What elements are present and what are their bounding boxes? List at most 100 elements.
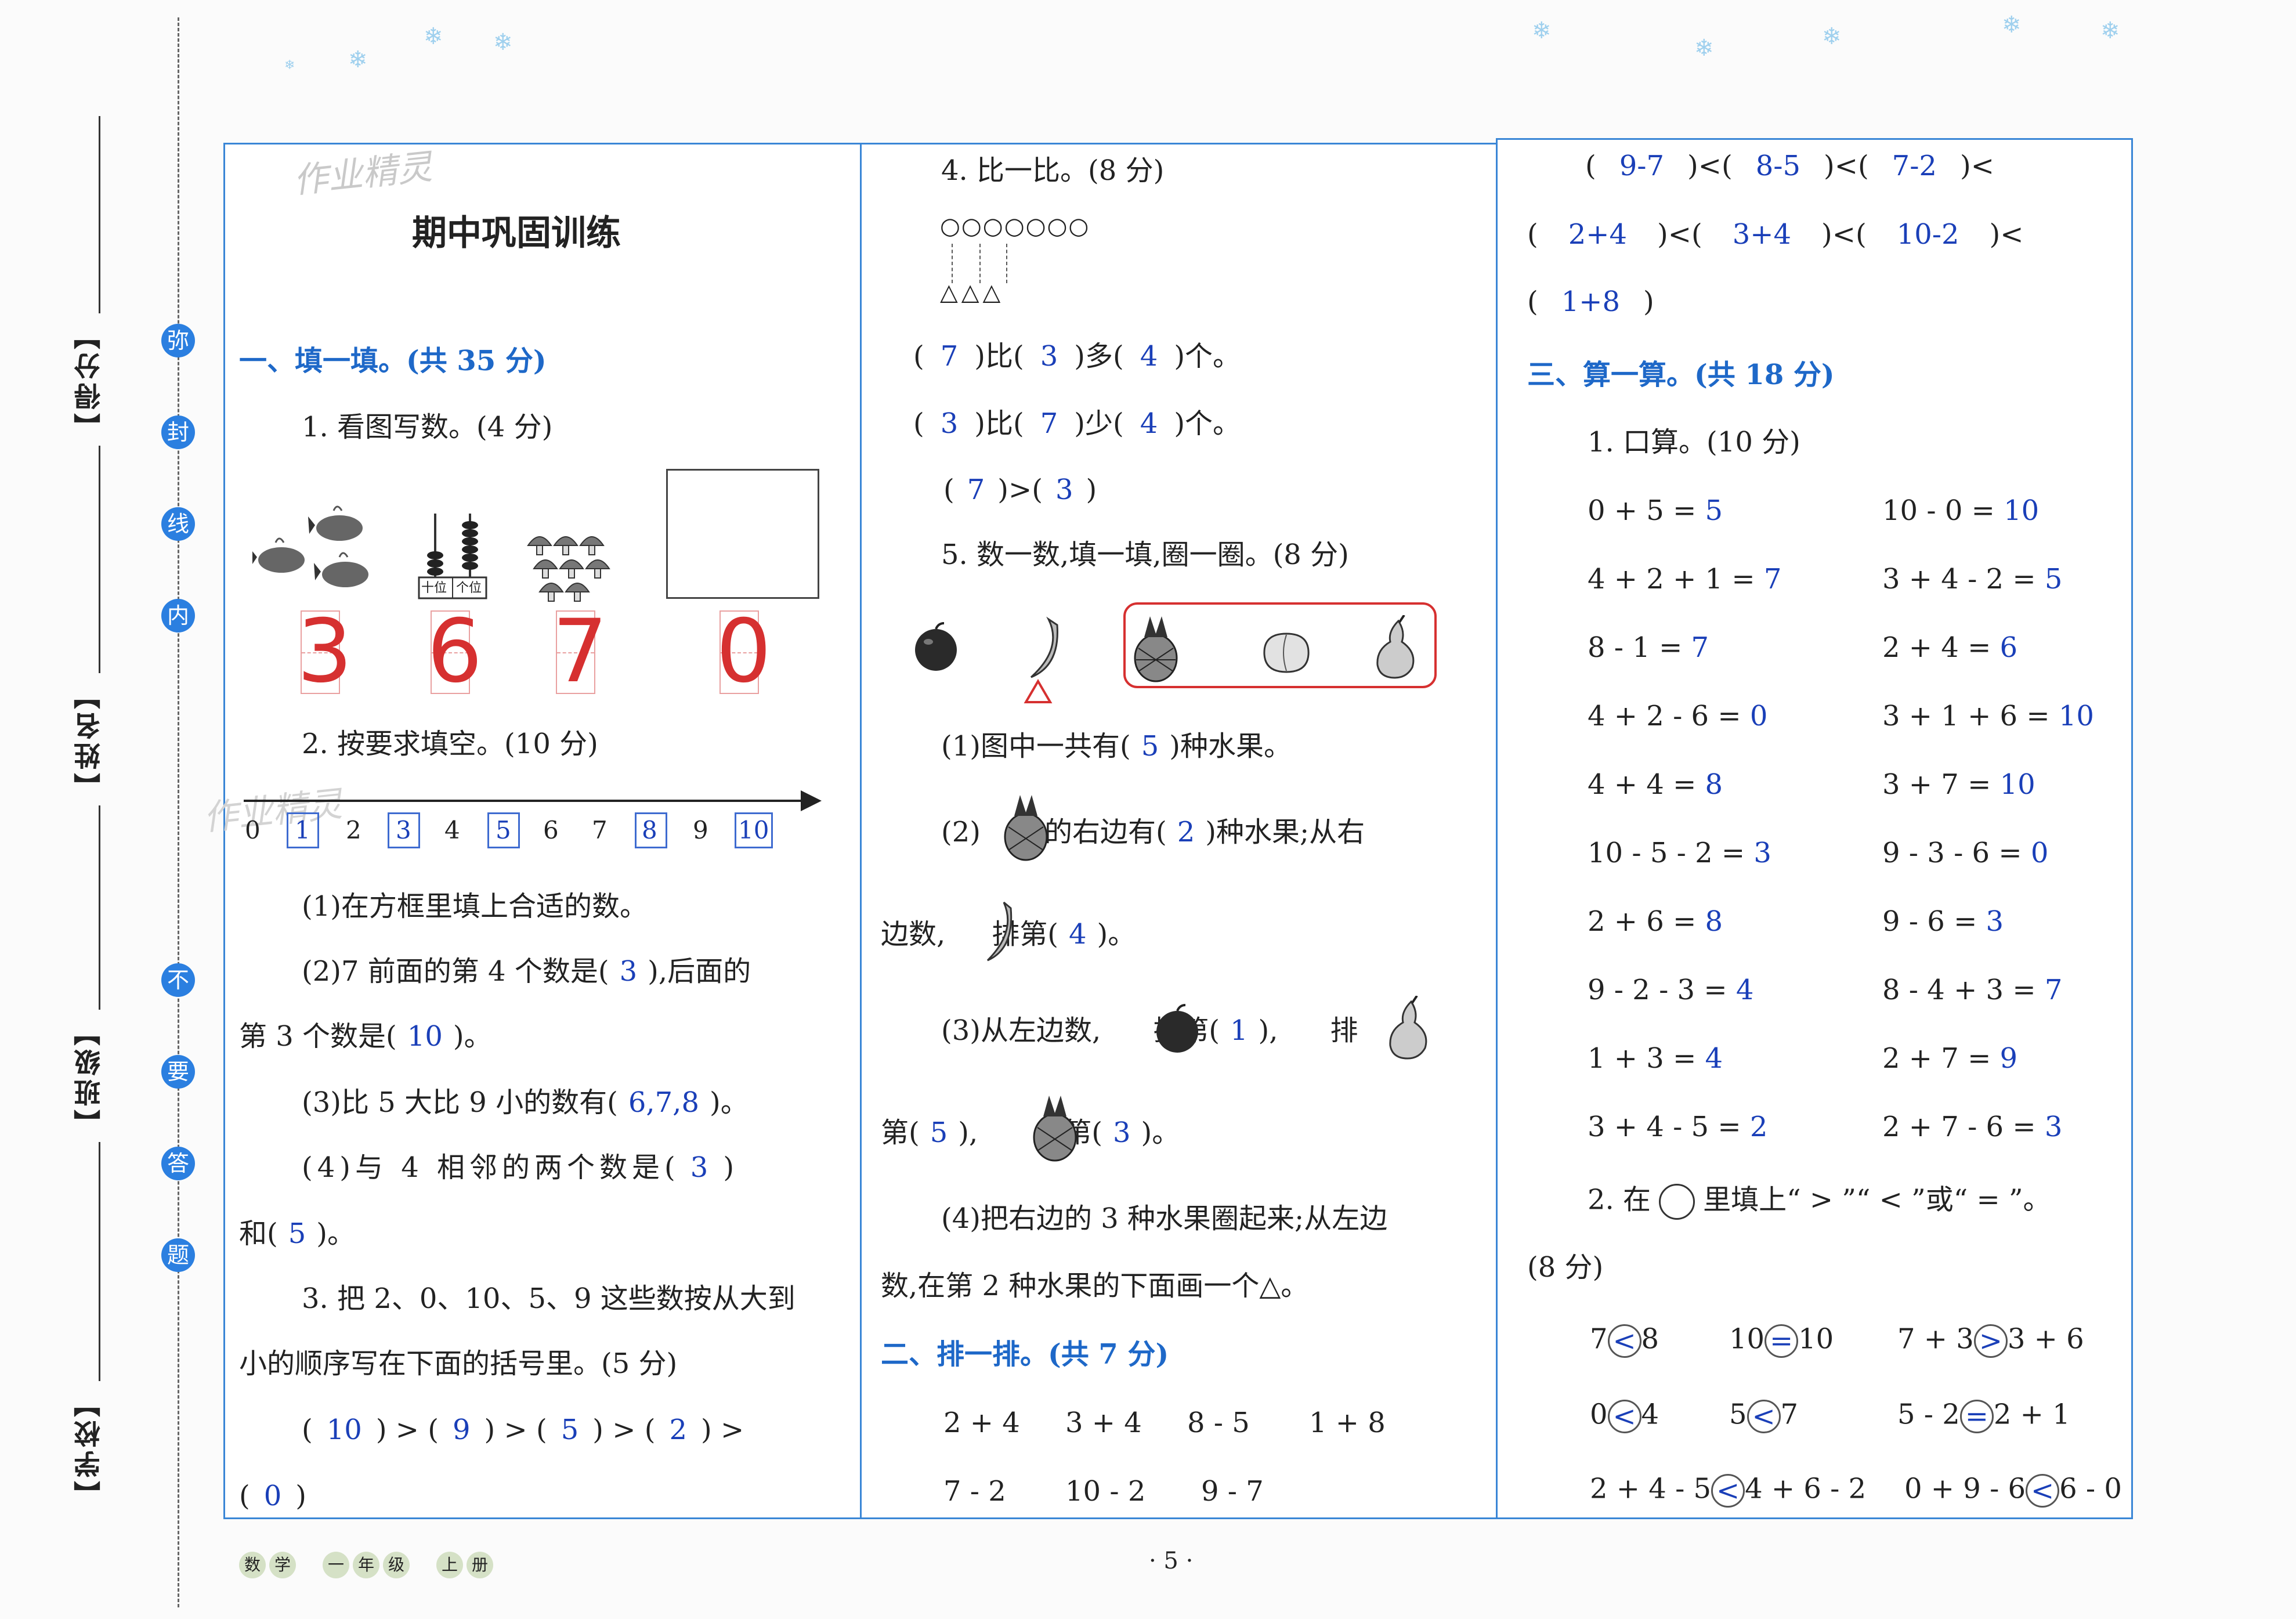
question-5-4-cont: 数,在第 2 种水果的下面画一个△。 xyxy=(881,1270,1309,1302)
question-2-cont: (8 分) xyxy=(1527,1251,1604,1284)
calc-item: 2 + 4 = 6 xyxy=(1882,631,2018,664)
question-2-4-cont: 和(5)。 xyxy=(239,1217,356,1250)
triangle-mark-icon xyxy=(1024,679,1053,704)
numberline-label: 8 xyxy=(642,816,657,844)
calc-item: 0 + 5 = 5 xyxy=(1588,494,1723,527)
question-2-2-cont: 第 3 个数是(10)。 xyxy=(239,1020,492,1053)
calc-item: 4 + 2 - 6 = 0 xyxy=(1588,700,1768,732)
calc-item: 9 - 2 - 3 = 4 xyxy=(1588,974,1754,1006)
compare-item: 5 - 2 = 2 + 1 xyxy=(1897,1398,2070,1433)
score-label: 【得分】 xyxy=(70,313,108,446)
answer-digit: 0 xyxy=(716,601,772,702)
pineapple-icon xyxy=(1127,616,1185,683)
question-5-4: (4)把右边的 3 种水果圈起来;从左边 xyxy=(941,1202,1388,1235)
book-label: 数 学 一 年 级 上 册 xyxy=(239,1552,493,1582)
apple-icon xyxy=(910,621,962,673)
seal-char: 答 xyxy=(161,1147,195,1180)
banana-icon xyxy=(1017,616,1069,680)
answer-digit: 6 xyxy=(427,601,483,702)
order-answer-row: (10) > (9) > (5) > (2) > xyxy=(302,1414,744,1446)
triangle-row: △△△ xyxy=(940,279,1004,306)
compare-item: 7 <8 xyxy=(1590,1322,1659,1358)
numberline-label: 7 xyxy=(592,816,608,844)
question-2: 2. 在里填上“ > ”“ < ”或“ = ”。 xyxy=(1588,1184,2051,1220)
seal-char: 要 xyxy=(161,1055,195,1089)
class-label: 【班级】 xyxy=(70,1010,108,1142)
seal-char: 题 xyxy=(161,1238,195,1272)
numberline-label: 9 xyxy=(693,816,708,844)
calc-item: 9 - 3 - 6 = 0 xyxy=(1882,837,2049,869)
book-volume-char: 册 xyxy=(467,1552,493,1578)
compare-line-3: (7)>(3) xyxy=(943,474,1097,506)
calc-item: 2 + 7 = 9 xyxy=(1882,1042,2018,1075)
book-grade-char: 级 xyxy=(383,1552,410,1578)
question-1: 1. 口算。(10 分) xyxy=(1588,426,1800,458)
snowflake-decoration: ❄ ❄ ❄ ❄ xyxy=(284,23,513,73)
calc-item: 3 + 7 = 10 xyxy=(1882,768,2035,801)
question-1: 1. 看图写数。(4 分) xyxy=(302,411,553,443)
snowflake-decoration: ❄ ❄ ❄ ❄ ❄ xyxy=(1532,12,2120,62)
question-2-3: (3)比 5 大比 9 小的数有(6,7,8)。 xyxy=(302,1086,749,1119)
book-grade-char: 年 xyxy=(353,1552,379,1578)
compare-item: 0 <4 xyxy=(1590,1398,1659,1433)
pear-icon xyxy=(1383,995,1436,1060)
section-heading: 一、填一填。(共 35 分) xyxy=(239,345,547,377)
expression: 2 + 4 xyxy=(943,1407,1020,1439)
whale-picture xyxy=(250,493,380,598)
school-label: 【学校】 xyxy=(70,1381,108,1513)
calc-item: 4 + 4 = 8 xyxy=(1588,768,1723,801)
calc-item: 4 + 2 + 1 = 7 xyxy=(1588,563,1782,595)
calc-item: 10 - 0 = 10 xyxy=(1882,494,2040,527)
numberline-label: 1 xyxy=(295,816,310,844)
numberline-label: 6 xyxy=(543,816,559,844)
expression: 1 + 8 xyxy=(1309,1407,1386,1439)
calc-item: 2 + 7 - 6 = 3 xyxy=(1882,1111,2063,1143)
pineapple-icon xyxy=(1026,1096,1084,1162)
mushroom-picture xyxy=(522,522,638,603)
compare-item: 2 + 4 - 5 <4 + 6 - 2 xyxy=(1590,1472,1867,1508)
question-5-1: (1)图中一共有(5)种水果。 xyxy=(941,730,1292,762)
question-3-cont: 小的顺序写在下面的括号里。(5 分) xyxy=(239,1347,678,1380)
compare-line-1: (7)比(3)多(4)个。 xyxy=(913,340,1241,373)
compare-item: 5 <7 xyxy=(1729,1398,1799,1433)
pear-icon xyxy=(1371,614,1423,679)
column-panel-3 xyxy=(1496,138,2133,1519)
numberline-label: 3 xyxy=(396,816,411,844)
question-2-4: (4)与 4 相邻的两个数是(3) xyxy=(302,1151,739,1184)
numberline-label: 0 xyxy=(245,816,261,844)
abacus-tens-label: 十位 xyxy=(421,581,447,595)
calc-item: 2 + 6 = 8 xyxy=(1588,905,1723,938)
question-5-3: (3)从左边数,排第(1),排 xyxy=(941,1014,1358,1047)
matching-dashed-lines xyxy=(952,244,1021,284)
compare-item: 10 = 10 xyxy=(1729,1322,1834,1358)
pineapple-icon xyxy=(997,795,1055,862)
question-2-1: (1)在方框里填上合适的数。 xyxy=(302,890,648,923)
order-row-2: (2+4)<(3+4)<(10-2)< xyxy=(1527,218,2024,251)
calc-item: 3 + 4 - 5 = 2 xyxy=(1588,1111,1768,1143)
calc-item: 10 - 5 - 2 = 3 xyxy=(1588,837,1771,869)
question-2: 2. 按要求填空。(10 分) xyxy=(302,728,598,760)
empty-picture-box xyxy=(666,469,819,599)
book-grade-char: 一 xyxy=(323,1552,349,1578)
number-line xyxy=(244,790,824,811)
page-number: · 5 · xyxy=(1149,1548,1194,1574)
abacus-ones-label: 个位 xyxy=(456,581,482,595)
page-title: 期中巩固训练 xyxy=(412,213,621,254)
binding-dashed-line xyxy=(178,17,179,1607)
seal-char: 内 xyxy=(161,599,195,633)
calc-item: 3 + 1 + 6 = 10 xyxy=(1882,700,2094,732)
question-5: 5. 数一数,填一填,圈一圈。(8 分) xyxy=(941,539,1349,571)
section-heading: 二、排一排。(共 7 分) xyxy=(881,1338,1169,1371)
order-row-1: (9-7)<(8-5)<(7-2)< xyxy=(1585,150,1994,182)
numberline-label: 2 xyxy=(346,816,361,844)
expression: 8 - 5 xyxy=(1187,1407,1250,1439)
calc-item: 8 - 4 + 3 = 7 xyxy=(1882,974,2063,1006)
answer-digit: 3 xyxy=(297,601,353,702)
seal-char: 弥 xyxy=(161,324,195,357)
peach-icon xyxy=(1260,628,1312,674)
banana-icon xyxy=(975,899,1021,963)
circle-row: ○○○○○○○ xyxy=(940,213,1090,240)
numberline-label: 4 xyxy=(444,816,460,844)
numberline-label: 10 xyxy=(738,816,769,844)
order-row-3: (1+8) xyxy=(1527,286,1654,318)
